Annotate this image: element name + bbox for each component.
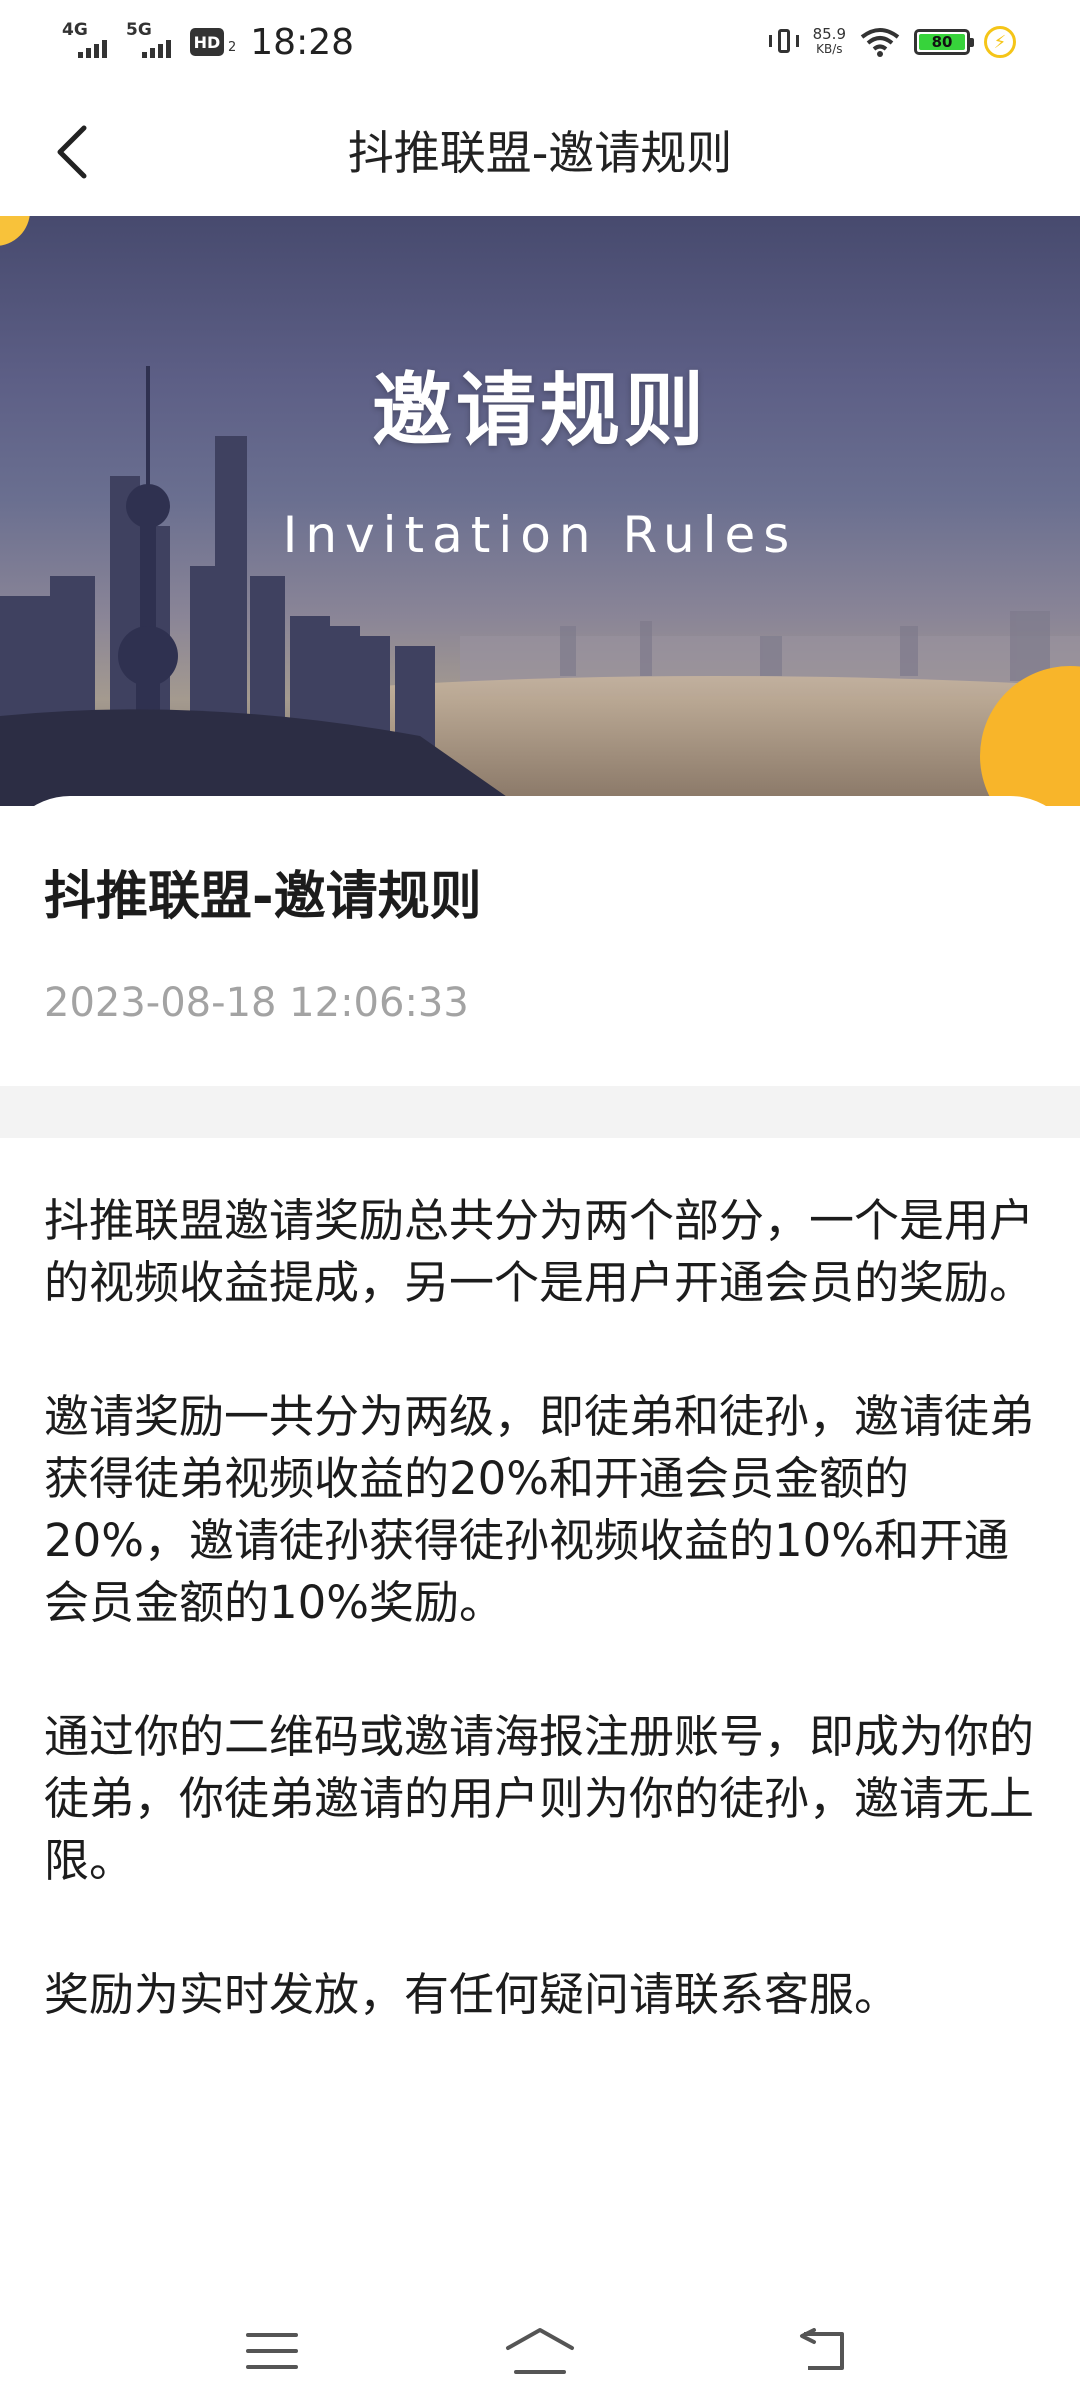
status-bar: 4G 5G HD 2 18:28 85.9 KB/s 80 ⚡ xyxy=(0,0,1080,84)
signal-4g-icon: 4G xyxy=(62,20,116,64)
back-system-button[interactable] xyxy=(782,2316,862,2386)
home-icon xyxy=(506,2328,574,2374)
return-icon xyxy=(800,2328,844,2370)
article-header: 抖推联盟-邀请规则 2023-08-18 12:06:33 xyxy=(0,796,1080,1086)
charging-icon: ⚡ xyxy=(984,26,1016,58)
vibrate-icon xyxy=(768,27,799,57)
battery-icon: 80 xyxy=(914,29,974,55)
paragraph: 抖推联盟邀请奖励总共分为两个部分，一个是用户的视频收益提成，另一个是用户开通会员… xyxy=(44,1194,1035,1309)
banner-title: 邀请规则 xyxy=(372,364,708,457)
hd-voice-icon: HD xyxy=(190,28,224,56)
network-label-5g: 5G xyxy=(126,20,152,40)
home-button[interactable] xyxy=(500,2316,580,2386)
hd-sub-label: 2 xyxy=(228,39,237,55)
system-navigation-bar xyxy=(0,2300,1080,2408)
menu-button[interactable] xyxy=(232,2316,312,2386)
hd-label: HD xyxy=(193,32,221,52)
speed-unit: KB/s xyxy=(816,42,843,56)
article-date: 2023-08-18 12:06:33 xyxy=(44,980,469,1026)
status-right: 85.9 KB/s 80 ⚡ xyxy=(768,20,1016,64)
article-body: 抖推联盟邀请奖励总共分为两个部分，一个是用户的视频收益提成，另一个是用户开通会员… xyxy=(44,1190,1034,2098)
section-divider xyxy=(0,1086,1080,1138)
clock: 18:28 xyxy=(250,21,355,63)
network-label-4g: 4G xyxy=(62,20,88,40)
banner-image: 邀请规则 Invitation Rules xyxy=(0,216,1080,806)
battery-level: 80 xyxy=(931,33,953,51)
signal-5g-icon: 5G xyxy=(126,20,180,64)
wifi-icon xyxy=(860,28,900,57)
status-left: 4G 5G HD 2 18:28 xyxy=(62,18,354,66)
navigation-bar: 抖推联盟-邀请规则 xyxy=(0,84,1080,216)
paragraph: 通过你的二维码或邀请海报注册账号，即成为你的徒弟，你徒弟邀请的用户则为你的徒孙，… xyxy=(44,1710,1035,1887)
page-title: 抖推联盟-邀请规则 xyxy=(347,126,733,180)
paragraph: 奖励为实时发放，有任何疑问请联系客服。 xyxy=(44,1968,900,2021)
speed-value: 85.9 xyxy=(812,25,846,43)
network-speed: 85.9 KB/s xyxy=(813,27,846,57)
menu-icon xyxy=(246,2333,298,2369)
article-title: 抖推联盟-邀请规则 xyxy=(44,867,482,927)
paragraph: 邀请奖励一共分为两级，即徒弟和徒孙，邀请徒弟获得徒弟视频收益的20%和开通会员金… xyxy=(44,1390,1035,1629)
banner-subtitle: Invitation Rules xyxy=(282,506,798,564)
